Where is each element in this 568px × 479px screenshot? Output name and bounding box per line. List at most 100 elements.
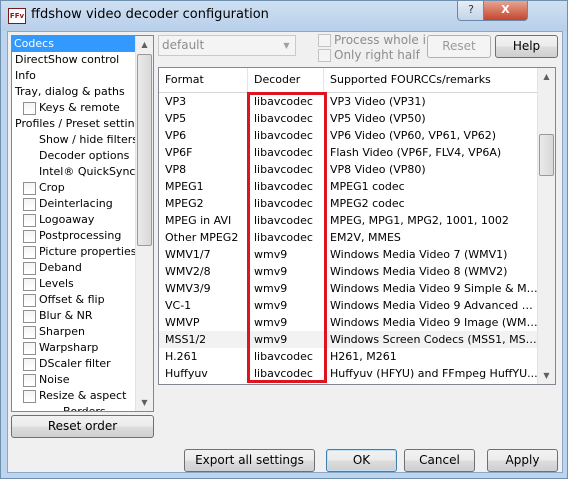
column-header-decoder[interactable]: Decoder [248,68,324,92]
table-row[interactable]: VP5 libavcodec VP5 Video (VP50) [159,110,538,127]
tree-item-checkbox[interactable] [23,262,36,275]
cell-decoder[interactable]: wmv9 [248,263,324,280]
cell-format: Huffyuv [165,367,208,380]
cell-remarks: H261, M261 [330,350,397,363]
table-row[interactable]: WMV3/9 wmv9 Windows Media Video 9 Simple &… [159,280,538,297]
export-all-settings-button[interactable]: Export all settings [184,449,315,472]
tree-item-checkbox[interactable] [23,198,36,211]
cell-decoder[interactable]: wmv9 [248,280,324,297]
tree-item-checkbox[interactable] [23,390,36,403]
table-row[interactable]: Huffyuv libavcodec Huffyuv (HFYU) and FFmp… [159,365,538,382]
dialog-client-area: Codecs DirectShow control Info Tray, dialog… [7,31,563,473]
tree-item[interactable]: Codecs [12,36,135,52]
cell-decoder[interactable]: libavcodec [248,195,324,212]
table-row[interactable]: WMV2/8 wmv9 Windows Media Video 8 (WMV2) [159,263,538,280]
cell-decoder[interactable]: wmv9 [248,314,324,331]
tree-item-checkbox[interactable] [23,102,36,115]
scroll-down-arrow-icon[interactable]: ▼ [136,394,153,411]
scroll-up-arrow-icon[interactable]: ▲ [136,36,153,53]
cell-format: VP5 [165,112,187,125]
settings-tree[interactable]: Codecs DirectShow control Info Tray, dialog… [11,35,154,412]
table-row[interactable]: VP3 libavcodec VP3 Video (VP31) [159,93,538,110]
table-row[interactable]: H.261 libavcodec H261, M261 [159,348,538,365]
cell-decoder[interactable]: libavcodec [248,144,324,161]
cell-remarks: VP6 Video (VP60, VP61, VP62) [330,129,497,142]
cell-remarks: Windows Media Video 9 Advanced Pr... [330,299,538,312]
cell-decoder[interactable]: wmv9 [248,246,324,263]
window-title: ffdshow video decoder configuration [31,7,269,22]
cell-format: VP8 [165,163,187,176]
table-scroll-thumb[interactable] [539,134,554,176]
table-row[interactable]: Other MPEG2 libavcodec EM2V, MMES [159,229,538,246]
cell-decoder[interactable]: wmv9 [248,331,324,348]
tree-item-label: Levels [39,277,74,290]
reset-order-button[interactable]: Reset order [11,415,154,438]
table-scrollbar[interactable]: ▲ ▼ [537,68,555,384]
cell-format: WMV3/9 [165,282,211,295]
tree-item-checkbox[interactable] [23,182,36,195]
table-row[interactable]: VP6 libavcodec VP6 Video (VP60, VP61, VP62… [159,127,538,144]
cell-format: H.261 [165,350,198,363]
cell-decoder[interactable]: libavcodec [248,212,324,229]
tree-item-checkbox[interactable] [23,342,36,355]
table-row[interactable]: MPEG1 libavcodec MPEG1 codec [159,178,538,195]
tree-item-checkbox[interactable] [23,374,36,387]
tree-item-label: Picture properties [39,245,137,258]
tree-item-label: Crop [39,181,65,194]
tree-item-checkbox[interactable] [23,214,36,227]
reset-button[interactable]: Reset [427,35,491,58]
tree-item-checkbox[interactable] [23,326,36,339]
cell-decoder[interactable]: libavcodec [248,178,324,195]
scroll-up-arrow-icon[interactable]: ▲ [538,68,555,85]
process-whole-image-checkbox[interactable] [318,34,331,47]
tree-item-checkbox[interactable] [23,294,36,307]
tree-item-checkbox[interactable] [23,310,36,323]
ok-button[interactable]: OK [326,449,397,472]
tree-item-checkbox[interactable] [23,358,36,371]
ffdshow-app-icon: FFv [8,8,26,24]
help-button[interactable]: Help [495,35,558,58]
table-row[interactable]: MPEG in AVI libavcodec MPEG, MPG1, MPG2, 1… [159,212,538,229]
cell-remarks: VP3 Video (VP31) [330,95,426,108]
help-title-button[interactable]: ? [457,1,485,21]
preset-combo[interactable]: default ▼ [158,35,296,56]
apply-button[interactable]: Apply [487,449,558,472]
tree-item-label: Resize & aspect [39,389,127,402]
cell-decoder[interactable]: libavcodec [248,348,324,365]
column-header-format[interactable]: Format [159,68,248,92]
cell-decoder[interactable]: libavcodec [248,93,324,110]
cell-format: WMV1/7 [165,248,211,261]
table-row[interactable]: MSS1/2 wmv9 Windows Screen Codecs (MSS1, M… [159,331,538,348]
tree-item-checkbox[interactable] [23,278,36,291]
cell-format: VC-1 [165,299,192,312]
table-row[interactable]: VP8 libavcodec VP8 Video (VP80) [159,161,538,178]
cell-decoder[interactable]: libavcodec [248,365,324,382]
tree-item-checkbox[interactable] [23,246,36,259]
codecs-table[interactable]: Format Decoder Supported FOURCCs/remarks… [158,67,556,385]
table-row[interactable]: WMVP wmv9 Windows Media Video 9 Image (WMV… [159,314,538,331]
only-right-half-checkbox[interactable] [318,49,331,62]
cell-format: MPEG1 [165,180,204,193]
tree-item-label: Intel® QuickSync [39,165,136,178]
scroll-down-arrow-icon[interactable]: ▼ [538,367,555,384]
cancel-button[interactable]: Cancel [404,449,475,472]
only-right-half-option[interactable]: Only right half [318,48,420,63]
cell-decoder[interactable]: wmv9 [248,297,324,314]
cell-decoder[interactable]: libavcodec [248,229,324,246]
tree-item-label: Show / hide filters [39,133,138,146]
tree-scrollbar[interactable]: ▲ ▼ [135,36,153,411]
table-row[interactable]: MPEG2 libavcodec MPEG2 codec [159,195,538,212]
cell-decoder[interactable]: libavcodec [248,110,324,127]
cell-decoder[interactable]: libavcodec [248,161,324,178]
tree-item-checkbox[interactable] [23,230,36,243]
tree-item-label: Offset & flip [39,293,105,306]
close-button[interactable]: X [483,1,528,21]
cell-remarks: Windows Screen Codecs (MSS1, MSS2) [330,333,538,346]
column-header-remarks[interactable]: Supported FOURCCs/remarks [324,68,538,92]
cell-decoder[interactable]: libavcodec [248,127,324,144]
table-row[interactable]: VP6F libavcodec Flash Video (VP6F, FLV4, V… [159,144,538,161]
tree-scroll-thumb[interactable] [137,54,152,246]
title-bar[interactable]: FFv ffdshow video decoder configuration … [1,1,567,31]
table-row[interactable]: WMV1/7 wmv9 Windows Media Video 7 (WMV1) [159,246,538,263]
table-row[interactable]: VC-1 wmv9 Windows Media Video 9 Advanced P… [159,297,538,314]
